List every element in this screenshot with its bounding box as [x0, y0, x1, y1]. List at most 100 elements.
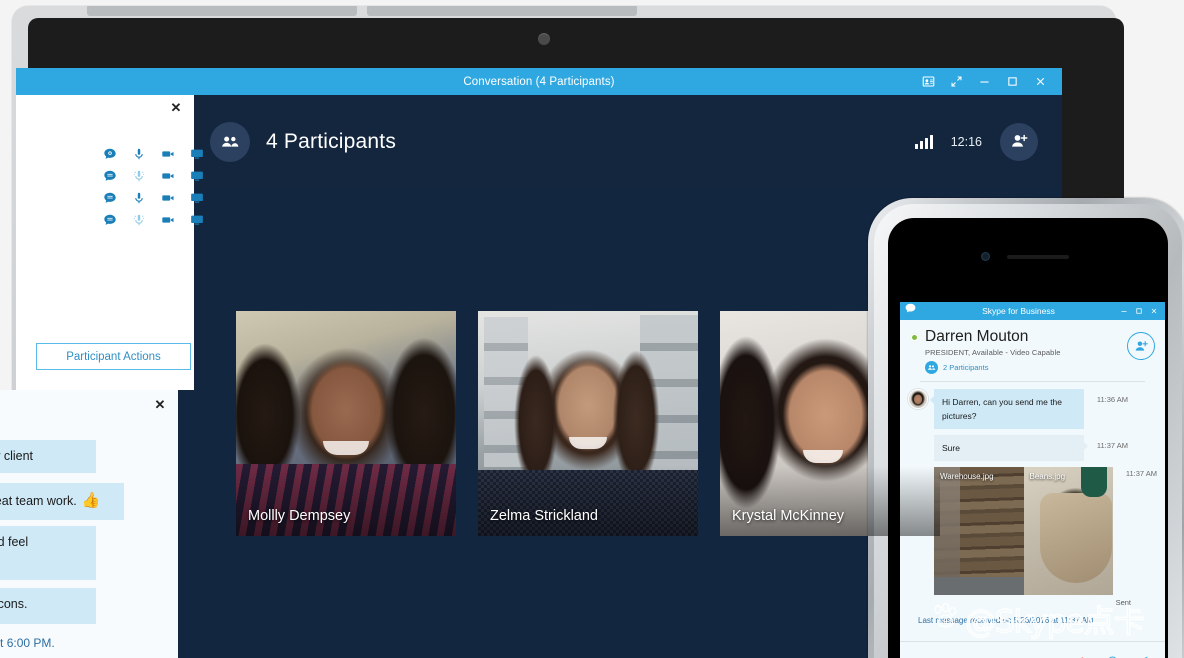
app-window-controls [1120, 307, 1161, 315]
add-contact-button[interactable] [1127, 332, 1155, 360]
maximize-icon[interactable] [998, 68, 1026, 95]
phone-bezel: Skype for Business Darren Mouton PRESIDE… [874, 204, 1182, 658]
attachment-status: Sent [1115, 598, 1131, 608]
compose-toolbar [900, 646, 1165, 658]
phone-screen: Skype for Business Darren Mouton PRESIDE… [888, 218, 1168, 658]
mic-muted-icon[interactable] [131, 169, 146, 184]
chat-timestamp-note: 016 at 6:00 PM. [0, 636, 55, 650]
smiley-icon[interactable] [1105, 654, 1119, 658]
add-participant-button[interactable] [1000, 122, 1038, 161]
attachment-images[interactable]: Warehouse.jpg Beans.jpg [934, 467, 1113, 596]
message-bubble: Sure [934, 435, 1088, 462]
laptop-hinge-left [87, 6, 357, 16]
contact-name: Darren Mouton [925, 328, 1029, 345]
laptop-hinge-right [367, 6, 637, 16]
signal-bars-icon [914, 134, 933, 149]
contact-header: Darren Mouton PRESIDENT, Available - Vid… [900, 320, 1165, 382]
roster-row[interactable] [102, 209, 204, 231]
attachment-filename: Beans.jpg [1029, 472, 1066, 482]
participant-actions-button[interactable]: Participant Actions [36, 343, 191, 370]
roster-rows [102, 143, 204, 231]
video-icon[interactable] [160, 191, 175, 206]
emoji-icon[interactable] [1045, 654, 1059, 658]
meeting-header-right: 12:16 [914, 95, 1038, 188]
video-icon[interactable] [160, 213, 175, 228]
chat-bubble: emoticons. [0, 588, 96, 624]
message-timestamp: 11:36 AM [1096, 395, 1128, 404]
tile-name-shade [720, 465, 940, 536]
share-screen-icon[interactable] [189, 169, 204, 184]
front-camera-icon [981, 252, 990, 261]
participants-row[interactable]: 2 Participants [925, 361, 1155, 374]
earpiece-speaker-icon [1007, 255, 1069, 259]
video-tile[interactable]: Mollly Dempsey [236, 310, 456, 536]
attachment-row: Warehouse.jpg Beans.jpg 11:37 AM [908, 467, 1157, 596]
participant-roster-panel: ✕ Participant Actions [16, 95, 203, 390]
page-title: 4 Participants [266, 129, 397, 153]
tile-name-shade [236, 465, 456, 536]
tile-name-shade [478, 465, 698, 536]
participant-name: Mollly Dempsey [248, 507, 351, 524]
send-icon[interactable] [1135, 654, 1149, 658]
im-icon[interactable] [102, 191, 117, 206]
mic-muted-icon[interactable] [131, 213, 146, 228]
share-screen-icon[interactable] [189, 147, 204, 162]
chat-bubble-text: emoticons. [0, 597, 28, 611]
contact-name-row: Darren Mouton [910, 328, 1155, 346]
video-icon[interactable] [160, 147, 175, 162]
app-window-title: Skype for Business [982, 306, 1055, 316]
minimize-icon[interactable] [970, 68, 998, 95]
participant-name: Krystal McKinney [732, 507, 845, 524]
im-icon[interactable] [102, 169, 117, 184]
roster-row[interactable] [102, 187, 204, 209]
last-message-note: Last message received on 5/26/2016 at 11… [918, 616, 1094, 626]
contact-card-icon[interactable] [914, 68, 942, 95]
message-timestamp: 11:37 AM [1125, 469, 1157, 479]
pop-out-icon[interactable] [942, 68, 970, 95]
close-icon[interactable] [1026, 68, 1054, 95]
contact-subtitle: PRESIDENT, Available - Video Capable [925, 348, 1061, 357]
mic-icon[interactable] [131, 147, 146, 162]
video-icon[interactable] [160, 169, 175, 184]
attachment-image[interactable]: Warehouse.jpg [934, 467, 1024, 596]
mic-icon[interactable] [131, 191, 146, 206]
im-conversation-panel: ✕ e new client as great team work. 👍 ok … [0, 390, 178, 658]
roster-row[interactable] [102, 143, 204, 165]
close-icon[interactable]: ✕ [151, 396, 169, 414]
window-controls [914, 68, 1054, 95]
minimize-icon[interactable] [1120, 307, 1128, 315]
im-icon[interactable] [102, 147, 117, 162]
app-titlebar: Skype for Business [900, 302, 1165, 320]
chat-bubble: e new client [0, 440, 96, 473]
chat-bubble-text: as great team work. [0, 493, 77, 508]
participants-count-label: 2 Participants [943, 363, 989, 372]
presence-available-icon [910, 332, 919, 342]
participants-group-icon [210, 121, 250, 162]
video-tile[interactable]: Zelma Strickland [478, 310, 698, 536]
laptop-webcam-icon [538, 33, 550, 45]
participant-name: Zelma Strickland [490, 507, 598, 524]
message-row: Sure 11:37 AM [908, 435, 1157, 462]
message-row: Hi Darren, can you send me the pictures?… [908, 389, 1157, 430]
close-icon[interactable] [1150, 307, 1158, 315]
message-bubble: Hi Darren, can you send me the pictures? [930, 389, 1084, 430]
share-screen-icon[interactable] [189, 191, 204, 206]
message-timestamp: 11:37 AM [1096, 441, 1128, 451]
meeting-titlebar: Conversation (4 Participants) [16, 68, 1062, 95]
avatar [908, 389, 928, 409]
thumbs-up-icon: 👍 [81, 492, 101, 509]
maximize-icon[interactable] [1135, 307, 1143, 315]
meeting-time: 12:16 [950, 134, 982, 149]
attach-icon[interactable] [1075, 654, 1089, 658]
attachment-filename: Warehouse.jpg [940, 472, 994, 482]
close-icon[interactable]: ✕ [167, 99, 185, 117]
im-icon[interactable] [102, 213, 117, 228]
share-screen-icon[interactable] [189, 213, 204, 228]
roster-row[interactable] [102, 165, 204, 187]
participants-group-icon [925, 361, 938, 374]
screenshot-stage: Conversation (4 Participants) 4 Particip… [0, 0, 1184, 658]
chat-bubble-text: e new client [0, 449, 34, 463]
skype-chat-icon [904, 302, 917, 320]
attachment-image[interactable]: Beans.jpg [1023, 467, 1113, 596]
phone-device: Skype for Business Darren Mouton PRESIDE… [868, 198, 1184, 658]
